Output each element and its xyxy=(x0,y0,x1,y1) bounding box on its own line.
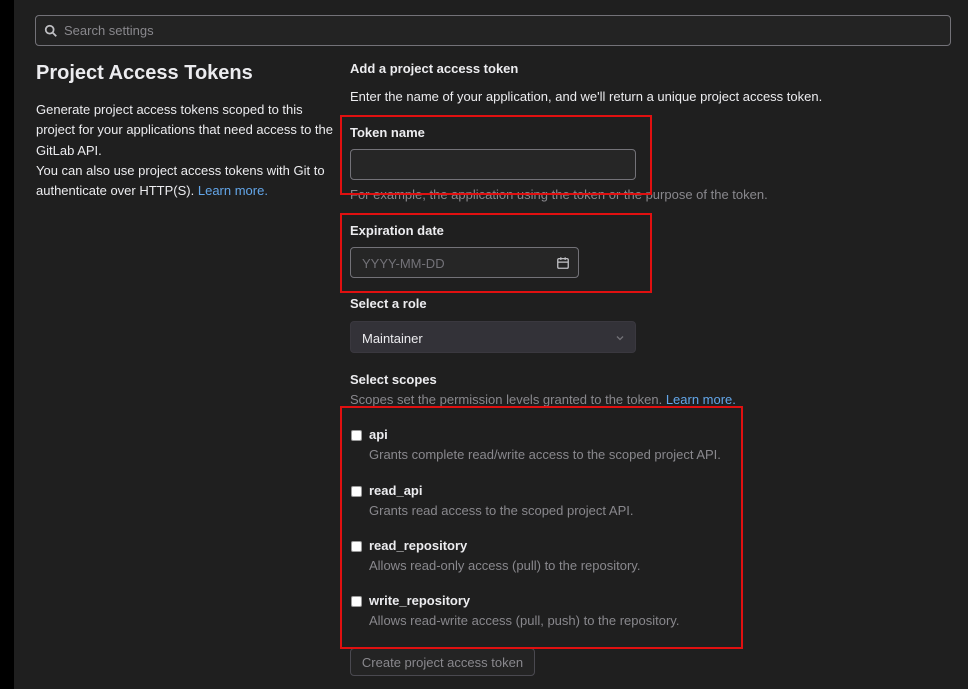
learn-more-link[interactable]: Learn more. xyxy=(198,183,268,198)
expiration-placeholder: YYYY-MM-DD xyxy=(362,256,445,271)
create-token-button[interactable]: Create project access token xyxy=(350,648,535,676)
search-icon xyxy=(44,24,57,37)
scopes-label: Select scopes xyxy=(350,372,437,387)
section-description: Enter the name of your application, and … xyxy=(350,89,823,104)
scope-description: Allows read-only access (pull) to the re… xyxy=(369,558,641,573)
calendar-icon[interactable] xyxy=(556,256,570,270)
description-text-2: You can also use project access tokens w… xyxy=(36,162,325,199)
scope-name: read_repository xyxy=(369,538,468,553)
role-label: Select a role xyxy=(350,296,427,311)
scope-description: Grants read access to the scoped project… xyxy=(369,503,634,518)
expiration-date-input[interactable]: YYYY-MM-DD xyxy=(350,247,579,278)
scope-description: Grants complete read/write access to the… xyxy=(369,447,721,462)
search-input[interactable]: Search settings xyxy=(35,15,951,46)
role-value: Maintainer xyxy=(362,331,423,346)
scope-description: Allows read-write access (pull, push) to… xyxy=(369,613,680,628)
page-description: Generate project access tokens scoped to… xyxy=(36,100,336,201)
token-name-help: For example, the application using the t… xyxy=(350,187,768,202)
role-select[interactable]: Maintainer xyxy=(350,321,636,353)
description-text: Generate project access tokens scoped to… xyxy=(36,102,334,158)
scope-name: api xyxy=(369,427,388,442)
scope-name: write_repository xyxy=(369,593,471,608)
token-name-input[interactable] xyxy=(350,149,636,180)
scope-read-repository-checkbox[interactable] xyxy=(351,541,362,552)
scope-api-checkbox[interactable] xyxy=(351,430,362,441)
scope-write-repository-checkbox[interactable] xyxy=(351,596,362,607)
scope-read-api-checkbox[interactable] xyxy=(351,486,362,497)
section-title: Add a project access token xyxy=(350,61,519,76)
scopes-help: Scopes set the permission levels granted… xyxy=(350,392,736,407)
scope-name: read_api xyxy=(369,483,423,498)
search-placeholder: Search settings xyxy=(64,23,154,38)
scopes-learn-more-link[interactable]: Learn more. xyxy=(666,392,736,407)
settings-panel: Search settings Project Access Tokens Ge… xyxy=(14,0,968,689)
page-title: Project Access Tokens xyxy=(36,62,253,84)
chevron-down-icon xyxy=(616,336,624,341)
token-name-label: Token name xyxy=(350,125,425,140)
expiration-label: Expiration date xyxy=(350,223,444,238)
